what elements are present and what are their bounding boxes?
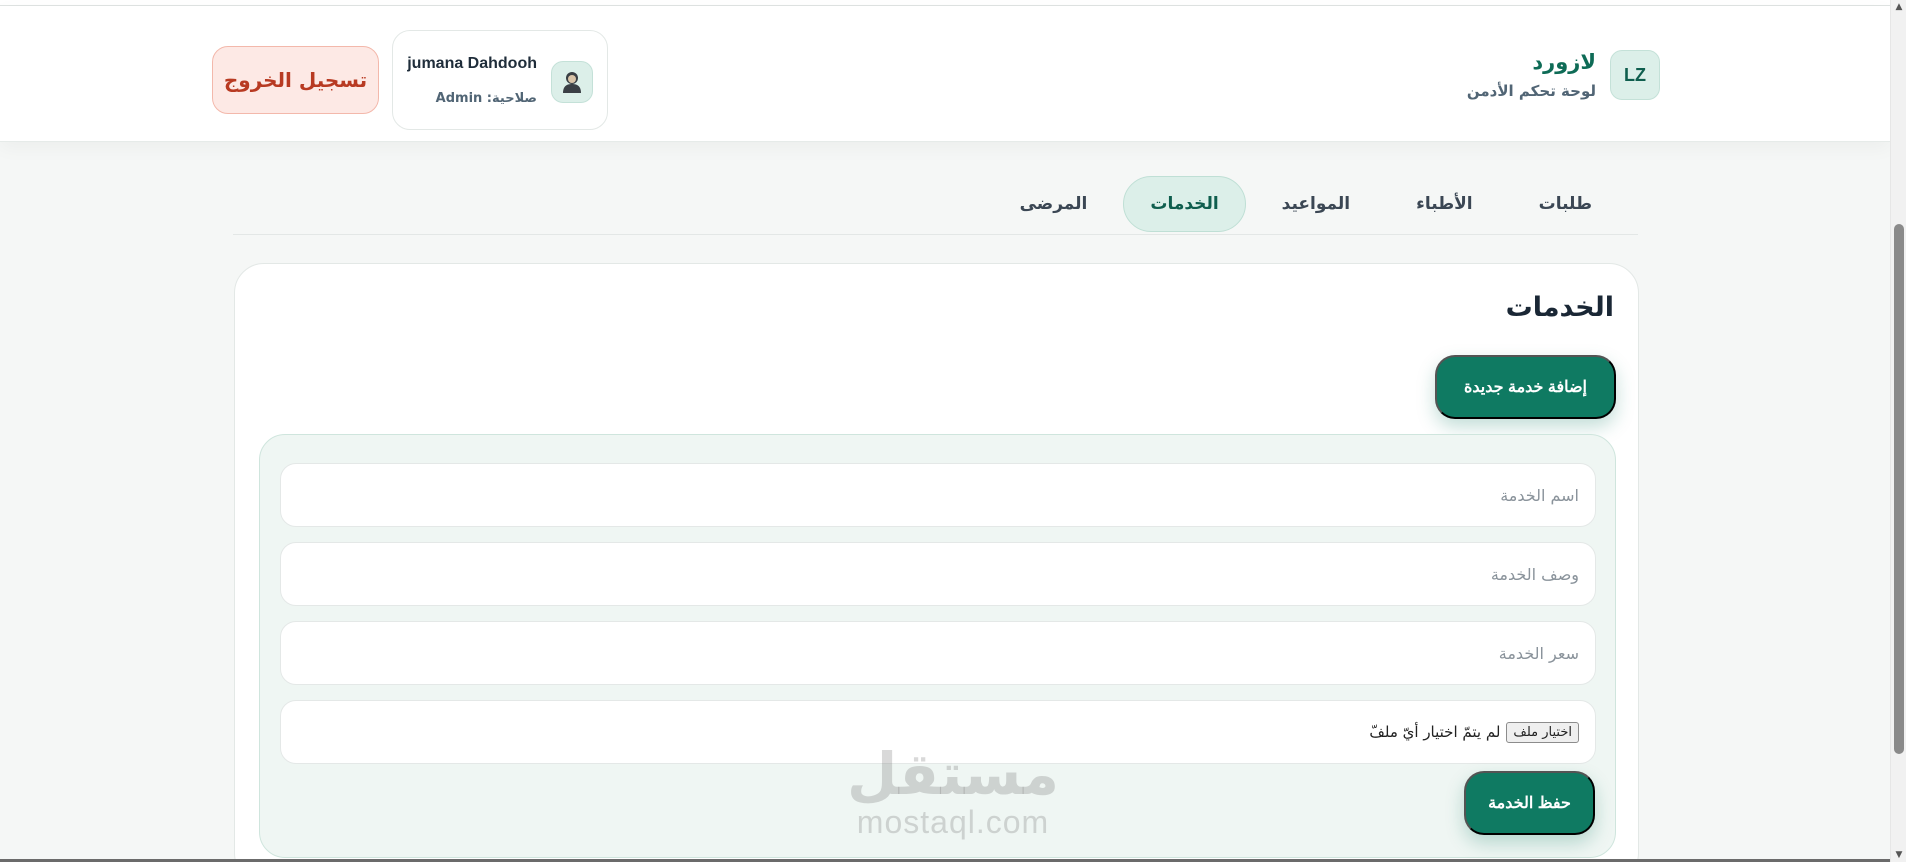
service-price-field <box>280 621 1596 685</box>
scroll-thumb[interactable] <box>1894 224 1904 754</box>
tab-patients[interactable]: المرضى <box>990 176 1118 232</box>
user-card: jumana Dahdooh صلاحية: Admin <box>392 30 608 130</box>
brand-text: لازورد لوحة تحكم الأدمن <box>1467 48 1596 102</box>
user-name: jumana Dahdooh <box>407 55 537 72</box>
user-avatar-icon <box>563 72 581 93</box>
brand-subtitle: لوحة تحكم الأدمن <box>1466 82 1596 100</box>
brand-badge: LZ <box>1610 50 1660 100</box>
add-service-button[interactable]: إضافة خدمة جديدة <box>1435 355 1616 419</box>
brand-name: لازورد <box>1532 50 1596 74</box>
file-status-text: لم يتمّ اختيار أيّ ملفّ <box>1369 723 1501 741</box>
service-form: اختيار ملف لم يتمّ اختيار أيّ ملفّ حفظ ا… <box>259 434 1616 858</box>
service-price-input[interactable] <box>297 643 1579 663</box>
service-description-field <box>280 542 1596 606</box>
avatar <box>551 61 593 103</box>
scroll-down-arrow-icon[interactable]: ▼ <box>1894 850 1904 860</box>
tabs: المرضى الخدمات المواعيد الأطباء طلبات <box>990 176 1622 232</box>
tab-appointments[interactable]: المواعيد <box>1252 176 1380 232</box>
page-title: الخدمات <box>1505 292 1614 323</box>
logout-button[interactable]: تسجيل الخروج <box>212 46 379 114</box>
user-role: صلاحية: Admin <box>435 91 537 106</box>
top-header: LZ لازورد لوحة تحكم الأدمن jumana Dahdoo… <box>0 6 1890 142</box>
choose-file-button[interactable]: اختيار ملف <box>1506 721 1579 743</box>
scroll-up-arrow-icon[interactable]: ▲ <box>1894 2 1904 12</box>
tab-services[interactable]: الخدمات <box>1123 176 1246 232</box>
save-service-button[interactable]: حفظ الخدمة <box>1464 771 1595 835</box>
service-description-input[interactable] <box>297 564 1579 584</box>
page-scrollbar[interactable]: ▲ ▼ <box>1890 0 1906 862</box>
services-card: الخدمات إضافة خدمة جديدة اختيار ملف لم ي… <box>234 263 1639 862</box>
tab-doctors[interactable]: الأطباء <box>1386 176 1503 232</box>
tabs-divider <box>233 234 1638 235</box>
service-image-field: اختيار ملف لم يتمّ اختيار أيّ ملفّ <box>280 700 1596 764</box>
brand: LZ لازورد لوحة تحكم الأدمن <box>1467 48 1660 102</box>
service-name-input[interactable] <box>297 485 1579 505</box>
tab-requests[interactable]: طلبات <box>1509 176 1622 232</box>
service-name-field <box>280 463 1596 527</box>
